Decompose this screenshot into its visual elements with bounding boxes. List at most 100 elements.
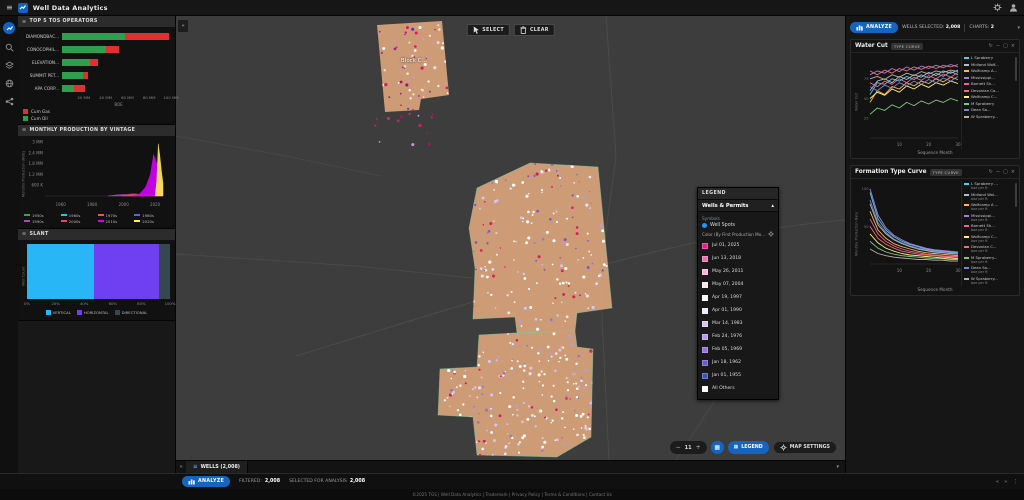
series-legend-item[interactable]: Devonian C...boe per ft: [964, 244, 1017, 253]
operator-bar[interactable]: [62, 46, 171, 53]
series-legend-item[interactable]: Wolfcamp A...: [964, 68, 1017, 73]
well-spot-icon: [702, 223, 707, 228]
series-legend-item[interactable]: Midland Wolf...: [964, 62, 1017, 67]
legend-date-row[interactable]: Mar 14, 1983: [702, 317, 774, 330]
refresh-icon[interactable]: ↻: [989, 169, 993, 175]
chevron-down-icon[interactable]: ▾: [830, 464, 845, 470]
slant-segment[interactable]: [27, 244, 94, 299]
minimize-icon[interactable]: −: [996, 43, 1000, 49]
kebab-menu-icon[interactable]: ⋮: [1013, 479, 1019, 485]
minimize-icon[interactable]: −: [996, 169, 1000, 175]
series-legend-item[interactable]: W Spraberry...boe per ft: [964, 276, 1017, 285]
operators-chart-header[interactable]: ≡ TOP 5 TOS OPERATORS: [18, 16, 175, 27]
legend-date-row[interactable]: May 07, 2004: [702, 278, 774, 291]
zoom-in-button[interactable]: +: [696, 445, 701, 451]
legend-button[interactable]: ▦ LEGEND: [728, 441, 769, 454]
series-color-swatch: [964, 83, 969, 85]
water-cut-header[interactable]: Water Cut TYPE CURVE ↻ − ▢ ×: [851, 40, 1019, 53]
series-legend-item[interactable]: Barnett Sh...: [964, 81, 1017, 86]
analyze-bars-icon: [188, 478, 195, 485]
gear-icon[interactable]: [993, 3, 1002, 12]
close-icon[interactable]: ×: [1011, 43, 1015, 49]
legend-date-row[interactable]: Feb 24, 1976: [702, 330, 774, 343]
well-spots-row[interactable]: Well Spots: [702, 223, 774, 228]
expand-icon[interactable]: ▢: [1003, 169, 1008, 175]
series-legend-item[interactable]: Wolfcamp C...: [964, 94, 1017, 99]
legend-section-wells-permits[interactable]: Wells & Permits ▴: [698, 199, 778, 212]
series-legend-item[interactable]: Devonian Ca...: [964, 88, 1017, 93]
collapse-table-button[interactable]: «: [176, 464, 186, 470]
series-legend-item[interactable]: Midland Wol...boe per ft: [964, 192, 1017, 201]
map-canvas[interactable]: Block C… « SELECT CLEAR − 11 + ▦ ▦ LEGEN…: [176, 16, 845, 460]
map-selection-toolbar: SELECT CLEAR: [466, 24, 554, 36]
slant-chart-header[interactable]: ≡ SLANT: [18, 229, 175, 240]
wells-selected-stat: WELLS SELECTED: 2,008: [902, 25, 960, 30]
slant-segment[interactable]: [159, 244, 170, 299]
formation-header[interactable]: Formation Type Curve TYPE CURVE ↻ − ▢ ×: [851, 166, 1019, 179]
series-legend-item[interactable]: Dean Sa...: [964, 107, 1017, 112]
slant-segment[interactable]: [94, 244, 158, 299]
legend-date-row[interactable]: Jun 13, 2018: [702, 252, 774, 265]
series-legend-item[interactable]: W Spraberry...: [964, 114, 1017, 119]
operator-bar[interactable]: [62, 72, 171, 79]
series-legend-item[interactable]: L Spraberry: [964, 55, 1017, 60]
globe-icon[interactable]: [5, 79, 14, 88]
map-settings-button[interactable]: MAP SETTINGS: [773, 441, 837, 454]
expand-icon[interactable]: ▢: [1003, 43, 1008, 49]
footer-links[interactable]: ©2025 TGS | Well Data Analytics | Tradem…: [0, 489, 1024, 500]
slant-stacked-bar[interactable]: [27, 244, 170, 299]
series-legend-item[interactable]: M Spraberry...boe per ft: [964, 255, 1017, 264]
series-legend-item[interactable]: Dean Sa...boe per ft: [964, 265, 1017, 274]
svg-text:50: 50: [864, 225, 869, 229]
collapse-left-panel-button[interactable]: «: [178, 20, 188, 32]
series-legend-item[interactable]: L Spraberry ...boe per ft: [964, 181, 1017, 190]
search-icon[interactable]: [5, 43, 14, 52]
operator-bar[interactable]: [62, 85, 171, 92]
select-button[interactable]: SELECT: [466, 24, 510, 36]
zoom-out-button[interactable]: −: [676, 445, 681, 451]
analyze-button[interactable]: ANALYZE: [850, 22, 898, 33]
user-icon[interactable]: [1009, 3, 1018, 12]
series-legend-item[interactable]: Barnett Sh...boe per ft: [964, 223, 1017, 232]
vintage-area-chart[interactable]: 3 MM2.4 MM1.8 MM1.2 MM600 K1960198020002…: [27, 138, 167, 212]
collapse-left-icon[interactable]: «: [996, 479, 999, 485]
series-legend-item[interactable]: M Spraberry: [964, 101, 1017, 106]
collapse-right-icon[interactable]: »: [1004, 479, 1007, 485]
legend-panel-title[interactable]: LEGEND: [698, 188, 778, 199]
operator-name: APA CORP...: [22, 86, 62, 91]
water-cut-line-chart[interactable]: 755025102030: [860, 55, 961, 149]
tab-wells[interactable]: ≡ WELLS (2,008): [186, 461, 248, 474]
formation-series-legend[interactable]: L Spraberry ...boe per ft Midland Wol...b…: [961, 181, 1017, 286]
basemap-button[interactable]: ▦: [711, 441, 724, 454]
analyze-button-bottom[interactable]: ANALYZE: [182, 476, 230, 487]
layers-icon[interactable]: [5, 61, 14, 70]
series-legend-item[interactable]: Mississippi...: [964, 75, 1017, 80]
legend-date-row[interactable]: Feb 05, 1969: [702, 343, 774, 356]
legend-date-row[interactable]: May 26, 2011: [702, 265, 774, 278]
vintage-chart-header[interactable]: ≡ MONTHLY PRODUCTION BY VINTAGE: [18, 125, 175, 136]
chevron-down-icon[interactable]: ▾: [1017, 25, 1020, 31]
svg-text:1.8 MM: 1.8 MM: [28, 161, 43, 166]
legend-date-row[interactable]: Apr 01, 1990: [702, 304, 774, 317]
series-legend-item[interactable]: Wolfcamp A ...boe per ft: [964, 202, 1017, 211]
legend-date-row[interactable]: Apr 19, 1997: [702, 291, 774, 304]
menu-icon[interactable]: ≡: [6, 4, 13, 12]
operator-bar[interactable]: [62, 59, 171, 66]
color-settings-gear-icon[interactable]: [768, 231, 774, 237]
series-legend-item[interactable]: Mississippi...boe per ft: [964, 213, 1017, 222]
formation-line-chart[interactable]: 10050102030: [860, 181, 961, 275]
legend-date-row[interactable]: Jan 01, 1955: [702, 369, 774, 382]
legend-date-row[interactable]: Jul 01, 2025: [702, 239, 774, 252]
svg-text:100: 100: [862, 187, 870, 191]
water-cut-series-legend[interactable]: L Spraberry Midland Wolf...Wolfcamp A... M…: [961, 55, 1017, 149]
share-icon[interactable]: [5, 97, 14, 106]
legend-date-row[interactable]: Jan 18, 1962: [702, 356, 774, 369]
operator-bar[interactable]: [62, 33, 171, 40]
close-icon[interactable]: ×: [1011, 169, 1015, 175]
series-legend-item[interactable]: Wolfcamp C...boe per ft: [964, 234, 1017, 243]
selected-for-analysis-count: SELECTED FOR ANALYSIS2,008: [289, 479, 365, 484]
refresh-icon[interactable]: ↻: [989, 43, 993, 49]
legend-date-row[interactable]: All Others: [702, 382, 774, 395]
home-icon[interactable]: [3, 22, 15, 34]
clear-button[interactable]: CLEAR: [514, 24, 555, 36]
